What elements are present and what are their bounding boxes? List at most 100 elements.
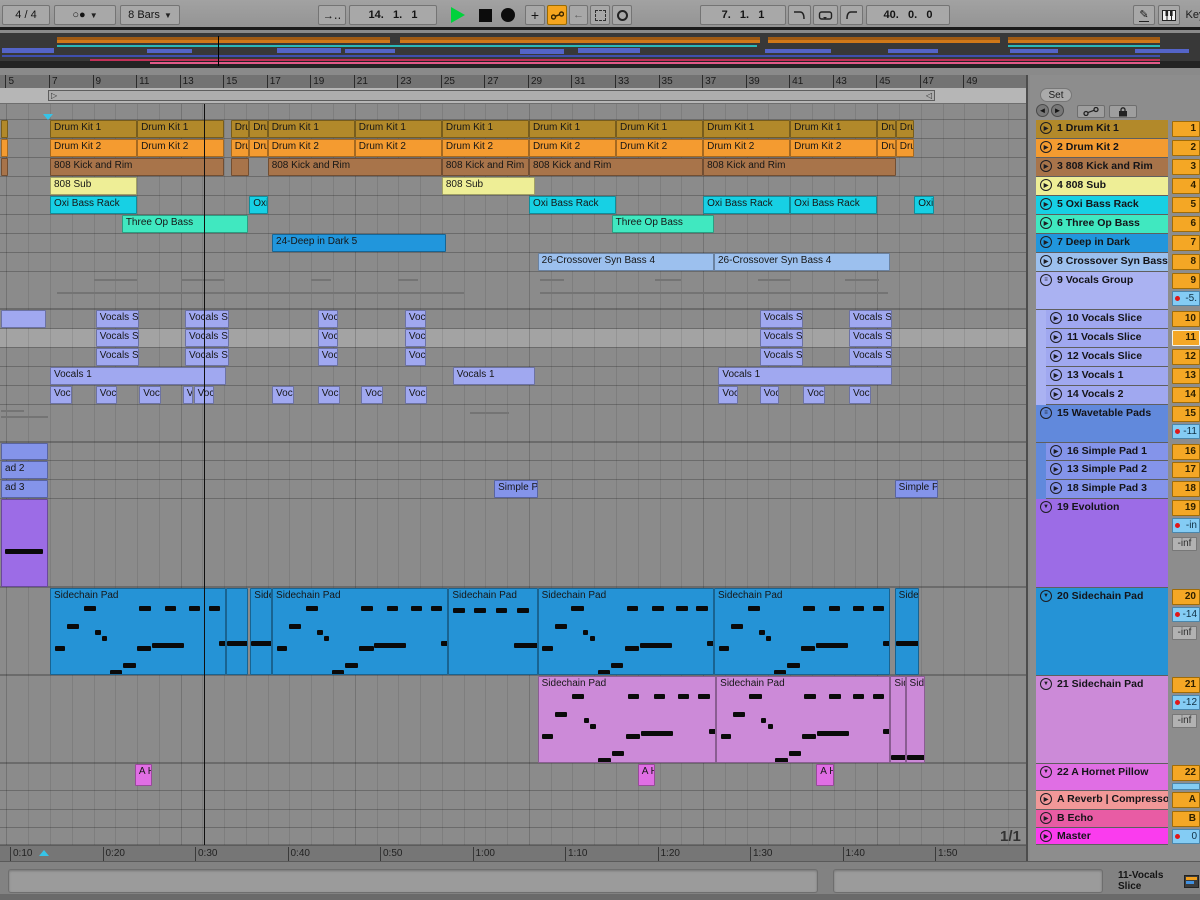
track-number-box[interactable]: A	[1172, 792, 1200, 808]
track-play-icon[interactable]: ▶	[1050, 331, 1062, 343]
metronome-button[interactable]: ○● ▼	[54, 5, 116, 25]
clip[interactable]	[231, 158, 250, 176]
clip[interactable]: Vocals Slice	[185, 310, 229, 328]
clip[interactable]: Vocals Slice	[760, 348, 804, 366]
track-volume-box[interactable]: -in	[1172, 518, 1200, 533]
track-play-icon[interactable]: ▶	[1040, 793, 1052, 805]
clip[interactable]: Drum Kit 1	[268, 120, 355, 138]
clip[interactable]: Simple Pad 3	[895, 480, 939, 498]
track-lane[interactable]	[0, 791, 1028, 810]
clip[interactable]: 808 Kick and Rim	[442, 158, 529, 176]
track-number-box[interactable]: 14	[1172, 387, 1200, 403]
clip[interactable]	[1, 499, 48, 587]
clip[interactable]: 808 Sub	[50, 177, 137, 195]
clip[interactable]: Sidechain Pad	[250, 588, 272, 675]
track-volume-box[interactable]: -14	[1172, 607, 1200, 622]
track-header[interactable]: ▶6 Three Op Bass	[1036, 215, 1168, 234]
loop-start-marker[interactable]: ▷	[51, 91, 57, 100]
clip[interactable]: Vocals Slice	[760, 329, 804, 347]
track-play-icon[interactable]: ▶	[1050, 388, 1062, 400]
clip[interactable]: 808 Kick and Rim	[703, 158, 896, 176]
track-lane[interactable]	[0, 810, 1028, 828]
clip[interactable]: 24-Deep in Dark 5	[272, 234, 446, 252]
key-map-button[interactable]: Key	[1183, 5, 1200, 25]
track-number-box[interactable]: 11	[1172, 330, 1200, 346]
clip[interactable]: Drum Kit 1	[50, 120, 137, 138]
track-header[interactable]: ▶12 Vocals Slice	[1046, 348, 1168, 367]
draw-mode-button[interactable]: ✎	[1133, 5, 1155, 25]
prev-arrow-button[interactable]: ◄	[1036, 104, 1049, 117]
track-number-box[interactable]: 2	[1172, 140, 1200, 156]
clip[interactable]: A Hornet Pillow	[638, 764, 655, 786]
track-header[interactable]: ▶18 Simple Pad 3	[1046, 480, 1168, 499]
track-header[interactable]: ▶11 Vocals Slice	[1046, 329, 1168, 348]
track-header[interactable]: ▶14 Vocals 2	[1046, 386, 1168, 405]
track-volume-box[interactable]: -12	[1172, 695, 1200, 710]
track-play-icon[interactable]: ▶	[1040, 160, 1052, 172]
clip[interactable]: Drum Kit 1	[137, 120, 224, 138]
track-number-box[interactable]: 21	[1172, 677, 1200, 693]
track-header[interactable]: ▶B Echo	[1036, 810, 1168, 828]
clip[interactable]: Drum Kit 2	[529, 139, 616, 157]
track-play-icon[interactable]: ▶	[1040, 198, 1052, 210]
track-play-icon[interactable]: ▶	[1040, 122, 1052, 134]
clip[interactable]: Sidechain Pad	[906, 676, 926, 763]
selected-clip-chip[interactable]: 11-Vocals Slice	[1118, 868, 1199, 894]
track-play-icon[interactable]: ▶	[1050, 312, 1062, 324]
track-volume-box[interactable]: -5.	[1172, 291, 1200, 306]
lock-button[interactable]	[1109, 105, 1137, 118]
clip[interactable]	[1, 158, 8, 176]
clip[interactable]: Vocals Slice	[849, 348, 893, 366]
track-volume-box[interactable]: 0	[1172, 829, 1200, 844]
track-number-box[interactable]: 15	[1172, 406, 1200, 422]
clip[interactable]: Drum Kit 1	[355, 120, 442, 138]
loop-start-display[interactable]: 7. 1. 1	[700, 5, 786, 25]
stop-button[interactable]	[476, 5, 494, 25]
track-play-icon[interactable]: ▶	[1040, 812, 1052, 824]
track-header[interactable]: ▶13 Vocals 1	[1046, 367, 1168, 386]
track-number-box[interactable]: 12	[1172, 349, 1200, 365]
clip[interactable]: Drum Kit 1	[896, 120, 915, 138]
track-number-box[interactable]: B	[1172, 811, 1200, 827]
loop-toggle-button[interactable]	[612, 5, 632, 25]
track-number-box[interactable]: 8	[1172, 254, 1200, 270]
track-play-icon[interactable]: ▶	[1040, 830, 1052, 842]
track-lane[interactable]	[0, 443, 1028, 461]
track-number-box[interactable]: 1	[1172, 121, 1200, 137]
clip[interactable]: Drum Kit 1	[877, 120, 896, 138]
clip[interactable]: Drum Kit 2	[231, 139, 250, 157]
time-signature-display[interactable]: 4 / 4	[2, 5, 50, 25]
clip[interactable]: Sidechain Pad	[50, 588, 226, 675]
track-lane[interactable]	[0, 234, 1028, 253]
clip[interactable]: Oxi Bass Rack	[703, 196, 790, 214]
clip[interactable]: Oxi Bass Rack	[50, 196, 137, 214]
clip[interactable]: Vocals 2	[318, 386, 340, 404]
track-play-icon[interactable]: ▶	[1040, 141, 1052, 153]
track-header[interactable]: ▶10 Vocals Slice	[1046, 310, 1168, 329]
clip[interactable]: Drum Kit 1	[616, 120, 703, 138]
clip[interactable]: Vocals 1	[453, 367, 536, 385]
track-header[interactable]: ▶7 Deep in Dark	[1036, 234, 1168, 253]
fold-triangle-icon[interactable]: ▼	[1040, 678, 1052, 690]
time-start-marker[interactable]	[39, 850, 49, 856]
clip[interactable]: 26-Crossover Syn Bass 4	[538, 253, 714, 271]
clip[interactable]: Drum Kit 2	[355, 139, 442, 157]
clip[interactable]: Drum Kit 2	[50, 139, 137, 157]
track-inf-box[interactable]: -inf	[1172, 626, 1197, 640]
track-header[interactable]: ▶1 Drum Kit 1	[1036, 120, 1168, 139]
clip[interactable]: Vocals Slice	[96, 348, 140, 366]
track-header[interactable]: ▶Master	[1036, 828, 1168, 845]
session-overdub-button[interactable]	[547, 5, 567, 25]
clip[interactable]: Drum Kit 2	[442, 139, 529, 157]
track-play-icon[interactable]: ▶	[1050, 445, 1062, 457]
track-inf-box[interactable]: -inf	[1172, 537, 1197, 551]
clip[interactable]: 808 Kick and Rim	[529, 158, 703, 176]
clip[interactable]: Vocals 2	[96, 386, 118, 404]
clip[interactable]: ad 2	[1, 461, 48, 479]
clip[interactable]: Oxi Bass Rack	[529, 196, 616, 214]
track-number-box[interactable]: 16	[1172, 444, 1200, 460]
follow-button[interactable]: →‥	[318, 5, 346, 25]
clip[interactable]: Vocals 2	[183, 386, 193, 404]
track-play-icon[interactable]: ▶	[1050, 463, 1062, 475]
track-lane[interactable]	[0, 461, 1028, 480]
